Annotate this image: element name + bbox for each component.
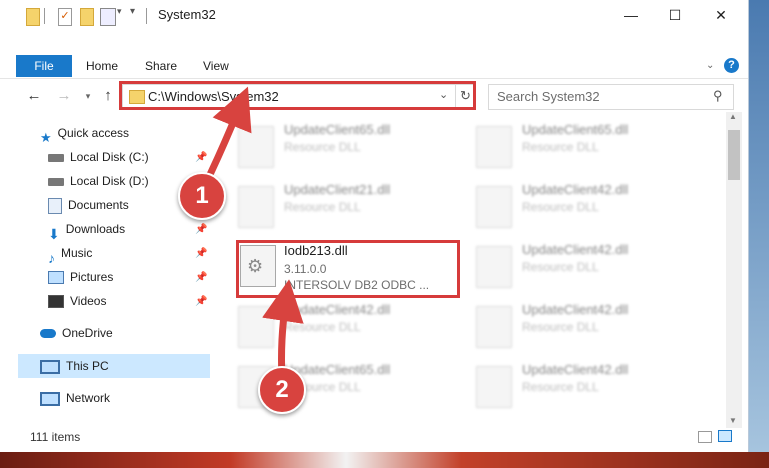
annotation-arrows (201, 86, 304, 379)
step-badge-2: 2 (258, 366, 306, 414)
step-badge-1: 1 (178, 172, 226, 220)
